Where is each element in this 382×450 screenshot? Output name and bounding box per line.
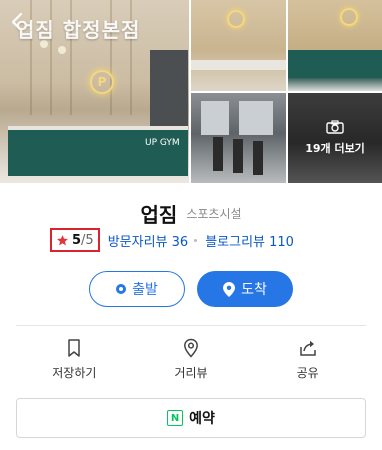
star-icon [57,234,68,245]
depart-button[interactable]: 출발 [89,271,185,307]
reception-counter [288,50,382,78]
counter-top [191,60,286,70]
rating-max: /5 [81,232,94,248]
treadmill [253,141,263,175]
neon-logo [227,10,245,28]
street-view-label: 거리뷰 [174,366,208,380]
arrive-button[interactable]: 도착 [197,271,293,307]
reception-counter [8,130,188,176]
window [201,101,229,135]
section-divider [16,325,366,326]
more-photos-button[interactable]: 19개 더보기 [288,93,382,183]
depart-label: 출발 [132,282,158,298]
separator-dot [194,238,198,242]
save-button[interactable]: 저장하기 [16,338,133,388]
place-name: 업짐 [140,203,178,227]
share-button[interactable]: 공유 [249,338,366,388]
share-label: 공유 [296,366,319,380]
photo-gallery[interactable]: P UP GYM 업짐 합정본점 19개 더보기 [0,0,382,183]
neon-logo [340,8,358,26]
gallery-photo[interactable] [191,0,286,91]
location-pin-icon [184,338,198,358]
window [239,101,273,135]
action-bar: 저장하기 거리뷰 공유 [16,338,366,388]
gym-sign: UP GYM [145,138,180,148]
gallery-photo[interactable] [288,0,382,91]
route-buttons: 출발 도착 [0,271,382,307]
rating-badge: 5 /5 [50,228,100,252]
treadmill [233,139,243,173]
origin-dot-icon [116,284,127,294]
gallery-photo[interactable] [191,93,286,183]
bookmark-icon [68,339,81,357]
pendant-lamp [58,46,66,54]
reservation-label: 예약 [189,411,215,427]
treadmill [213,137,223,171]
share-icon [299,340,316,356]
arrive-label: 도착 [241,282,267,298]
blog-reviews-link[interactable]: 블로그리뷰 110 [205,231,294,250]
neon-logo: P [90,70,114,94]
place-category: 스포츠시설 [186,207,242,221]
rating-value: 5 [72,232,82,248]
back-button[interactable] [6,10,30,34]
save-label: 저장하기 [52,366,97,380]
reservation-button[interactable]: N 예약 [16,398,366,438]
photo-watermark: 업짐 합정본점 [16,18,141,42]
place-header: 업짐 스포츠시설 [0,199,382,228]
naver-booking-icon: N [167,410,184,426]
chevron-left-icon [11,12,23,32]
street-view-button[interactable]: 거리뷰 [133,338,250,388]
review-stats: 5 /5 방문자리뷰 36 블로그리뷰 110 [50,228,294,252]
camera-icon [326,120,344,134]
doorway [150,50,188,126]
visitor-reviews-link[interactable]: 방문자리뷰 36 [108,231,188,250]
destination-pin-icon [223,281,236,297]
more-photos-label: 19개 더보기 [305,142,365,155]
